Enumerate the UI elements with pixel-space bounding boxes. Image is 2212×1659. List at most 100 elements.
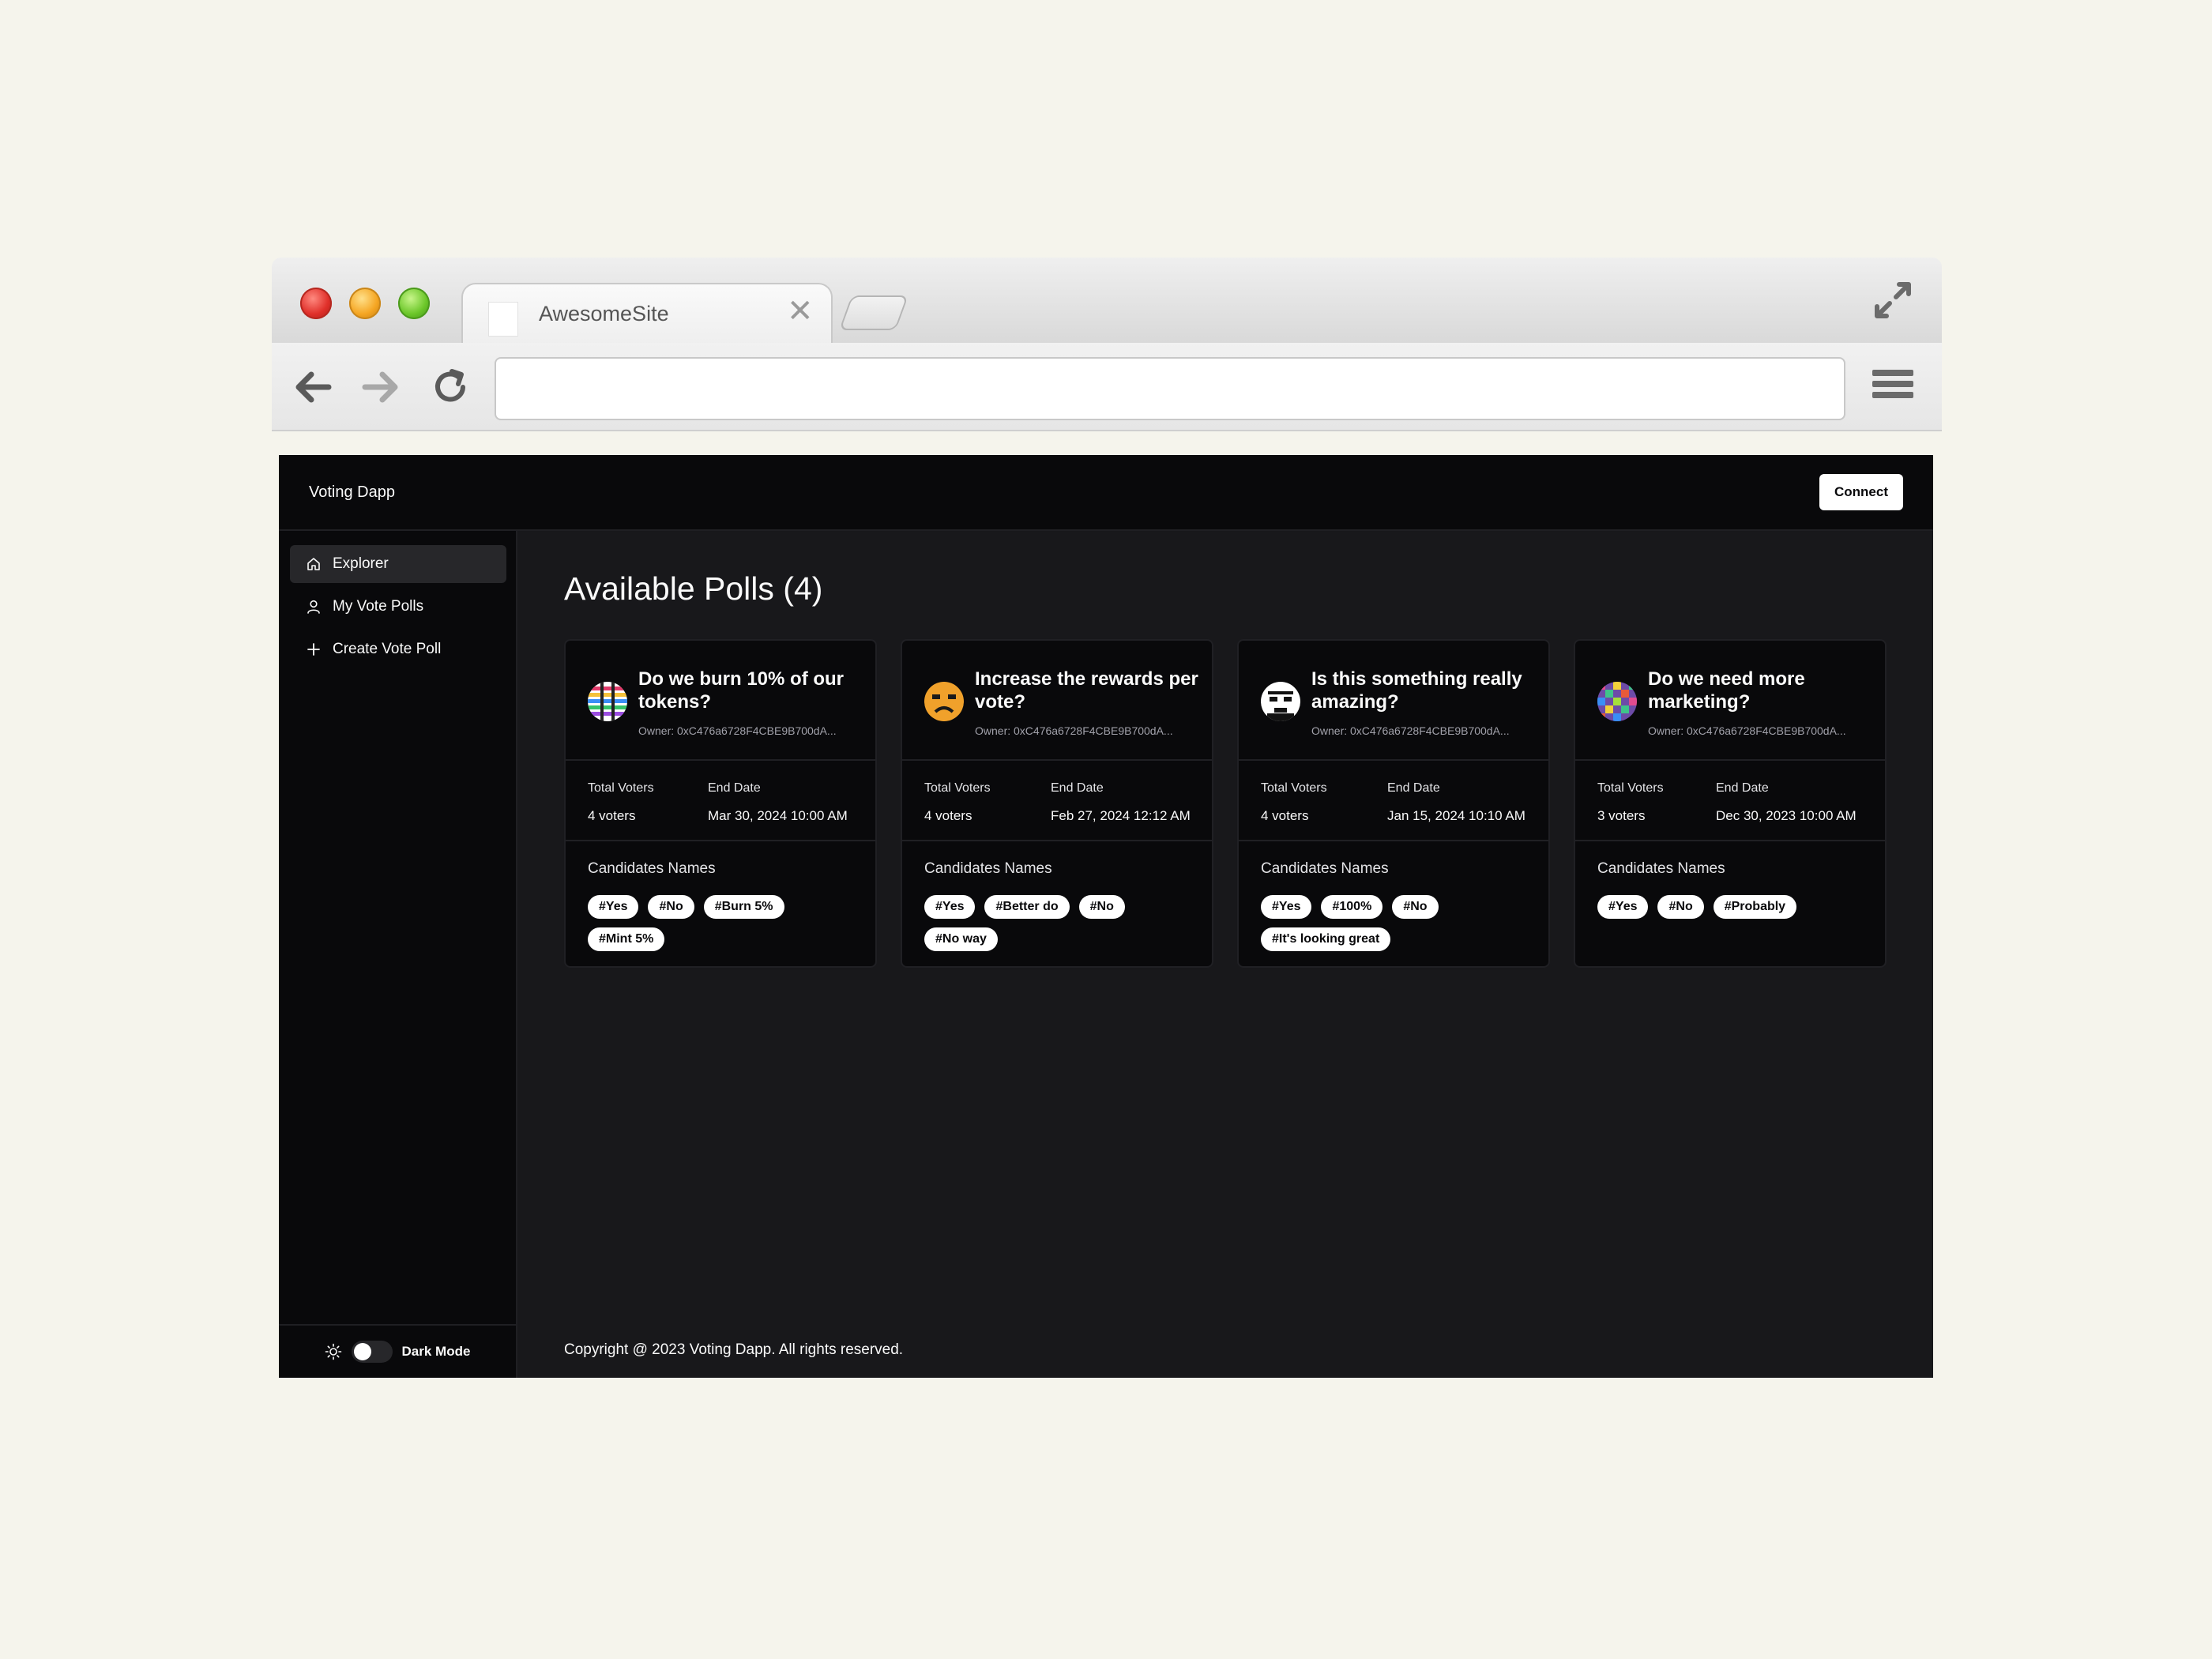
voting-dapp-app: Voting Dapp Connect Explorer My Vote Pol… <box>279 455 1933 1378</box>
total-voters-value: 3 voters <box>1597 808 1646 823</box>
end-date-label: End Date <box>1051 781 1104 795</box>
candidates-label: Candidates Names <box>1261 860 1389 877</box>
maximize-window-button[interactable] <box>398 288 430 319</box>
candidate-chip[interactable]: #Yes <box>1597 895 1649 919</box>
app-name[interactable]: Voting Dapp <box>309 483 395 502</box>
end-date-value: Feb 27, 2024 12:12 AM <box>1051 808 1191 823</box>
end-date-value: Mar 30, 2024 10:00 AM <box>708 808 848 823</box>
end-date-label: End Date <box>708 781 761 795</box>
poll-stats: Total Voters 4 voters End Date Feb 27, 2… <box>902 761 1212 841</box>
candidate-chip[interactable]: #No way <box>924 927 998 951</box>
total-voters-value: 4 voters <box>1261 808 1309 823</box>
poll-title: Do we need more marketing? <box>1648 668 1805 713</box>
browser-menu-icon[interactable] <box>1872 370 1913 404</box>
forward-arrow-icon[interactable] <box>359 365 403 409</box>
poll-owner: Owner: 0xC476a6728F4CBE9B700dA... <box>975 724 1173 737</box>
candidate-chip[interactable]: #Mint 5% <box>588 927 665 951</box>
browser-window: AwesomeSite ✕ <box>272 258 1942 431</box>
candidate-chip[interactable]: #Probably <box>1713 895 1797 919</box>
plus-icon <box>307 643 320 656</box>
end-date-label: End Date <box>1387 781 1440 795</box>
candidates-label: Candidates Names <box>588 860 716 877</box>
poll-title: Do we burn 10% of our tokens? <box>638 668 845 713</box>
sidebar-item-label: My Vote Polls <box>333 598 424 615</box>
candidate-chip[interactable]: #Yes <box>1261 895 1312 919</box>
page-title: Available Polls (4) <box>564 570 823 607</box>
candidate-chip[interactable]: #No <box>648 895 694 919</box>
tab-close-icon[interactable]: ✕ <box>787 295 814 327</box>
poll-card-header: Increase the rewards per vote? Owner: 0x… <box>902 641 1212 761</box>
poll-card[interactable]: Increase the rewards per vote? Owner: 0x… <box>901 639 1213 968</box>
poll-stats: Total Voters 3 voters End Date Dec 30, 2… <box>1575 761 1885 841</box>
total-voters-label: Total Voters <box>1261 781 1327 795</box>
poll-card[interactable]: Do we burn 10% of our tokens? Owner: 0xC… <box>564 639 877 968</box>
total-voters-label: Total Voters <box>1597 781 1664 795</box>
candidates-label: Candidates Names <box>924 860 1052 877</box>
tab-title: AwesomeSite <box>539 302 669 325</box>
browser-tab[interactable]: AwesomeSite ✕ <box>461 283 833 346</box>
candidates-label: Candidates Names <box>1597 860 1725 877</box>
poll-card[interactable]: Is this something really amazing? Owner:… <box>1237 639 1550 968</box>
candidate-list: #Yes #No #Probably <box>1597 895 1866 919</box>
candidate-chip[interactable]: #Burn 5% <box>703 895 784 919</box>
sun-icon <box>325 1343 341 1360</box>
candidate-chip[interactable]: #No <box>1392 895 1439 919</box>
poll-owner: Owner: 0xC476a6728F4CBE9B700dA... <box>1648 724 1846 737</box>
dark-mode-control: Dark Mode <box>279 1324 516 1378</box>
total-voters-value: 4 voters <box>588 808 636 823</box>
sidebar-item-label: Explorer <box>333 555 389 572</box>
reload-icon[interactable] <box>428 365 472 409</box>
candidate-list: #Yes #100% #No #It's looking great <box>1261 895 1529 951</box>
candidate-list: #Yes #No #Burn 5% #Mint 5% <box>588 895 856 951</box>
poll-owner: Owner: 0xC476a6728F4CBE9B700dA... <box>638 724 837 737</box>
candidate-chip[interactable]: #Yes <box>588 895 639 919</box>
sidebar-item-my-vote-polls[interactable]: My Vote Polls <box>290 588 506 626</box>
poll-card-header: Do we need more marketing? Owner: 0xC476… <box>1575 641 1885 761</box>
connect-button[interactable]: Connect <box>1819 474 1903 510</box>
candidate-list: #Yes #Better do #No #No way <box>924 895 1193 951</box>
poll-stats: Total Voters 4 voters End Date Mar 30, 2… <box>566 761 875 841</box>
sidebar-item-create-vote-poll[interactable]: Create Vote Poll <box>290 630 506 668</box>
home-icon <box>307 558 320 570</box>
poll-owner: Owner: 0xC476a6728F4CBE9B700dA... <box>1311 724 1510 737</box>
end-date-label: End Date <box>1716 781 1769 795</box>
browser-tab-bar: AwesomeSite ✕ <box>272 258 1942 346</box>
user-icon <box>307 600 320 614</box>
fullscreen-icon[interactable] <box>1872 280 1913 321</box>
candidate-chip[interactable]: #Yes <box>924 895 976 919</box>
app-header: Voting Dapp Connect <box>279 455 1933 531</box>
sidebar: Explorer My Vote Polls Create Vote Poll … <box>279 531 517 1378</box>
total-voters-value: 4 voters <box>924 808 972 823</box>
end-date-value: Jan 15, 2024 10:10 AM <box>1387 808 1525 823</box>
browser-toolbar <box>272 343 1942 431</box>
poll-card-header: Is this something really amazing? Owner:… <box>1239 641 1548 761</box>
back-arrow-icon[interactable] <box>291 365 335 409</box>
sidebar-item-explorer[interactable]: Explorer <box>290 545 506 583</box>
white-face-avatar-icon <box>1261 682 1300 721</box>
total-voters-label: Total Voters <box>588 781 654 795</box>
poll-card-header: Do we burn 10% of our tokens? Owner: 0xC… <box>566 641 875 761</box>
poll-stats: Total Voters 4 voters End Date Jan 15, 2… <box>1239 761 1548 841</box>
candidate-chip[interactable]: #100% <box>1321 895 1383 919</box>
poll-card[interactable]: Do we need more marketing? Owner: 0xC476… <box>1574 639 1887 968</box>
mosaic-avatar-icon <box>1597 682 1637 721</box>
dark-mode-toggle[interactable] <box>351 1341 393 1363</box>
end-date-value: Dec 30, 2023 10:00 AM <box>1716 808 1856 823</box>
total-voters-label: Total Voters <box>924 781 991 795</box>
new-tab-button[interactable] <box>838 295 909 330</box>
poll-title: Increase the rewards per vote? <box>975 668 1198 713</box>
orange-face-avatar-icon <box>924 682 964 721</box>
candidate-chip[interactable]: #No <box>1657 895 1704 919</box>
close-window-button[interactable] <box>300 288 332 319</box>
candidate-chip[interactable]: #Better do <box>984 895 1070 919</box>
copyright-footer: Copyright @ 2023 Voting Dapp. All rights… <box>564 1341 904 1358</box>
candidate-chip[interactable]: #No <box>1078 895 1125 919</box>
dark-mode-label: Dark Mode <box>401 1344 471 1359</box>
page-favicon-icon <box>488 302 518 337</box>
address-bar[interactable] <box>495 357 1845 420</box>
sidebar-item-label: Create Vote Poll <box>333 641 442 657</box>
striped-avatar-icon <box>588 682 627 721</box>
poll-title: Is this something really amazing? <box>1311 668 1522 713</box>
minimize-window-button[interactable] <box>349 288 381 319</box>
candidate-chip[interactable]: #It's looking great <box>1261 927 1391 951</box>
